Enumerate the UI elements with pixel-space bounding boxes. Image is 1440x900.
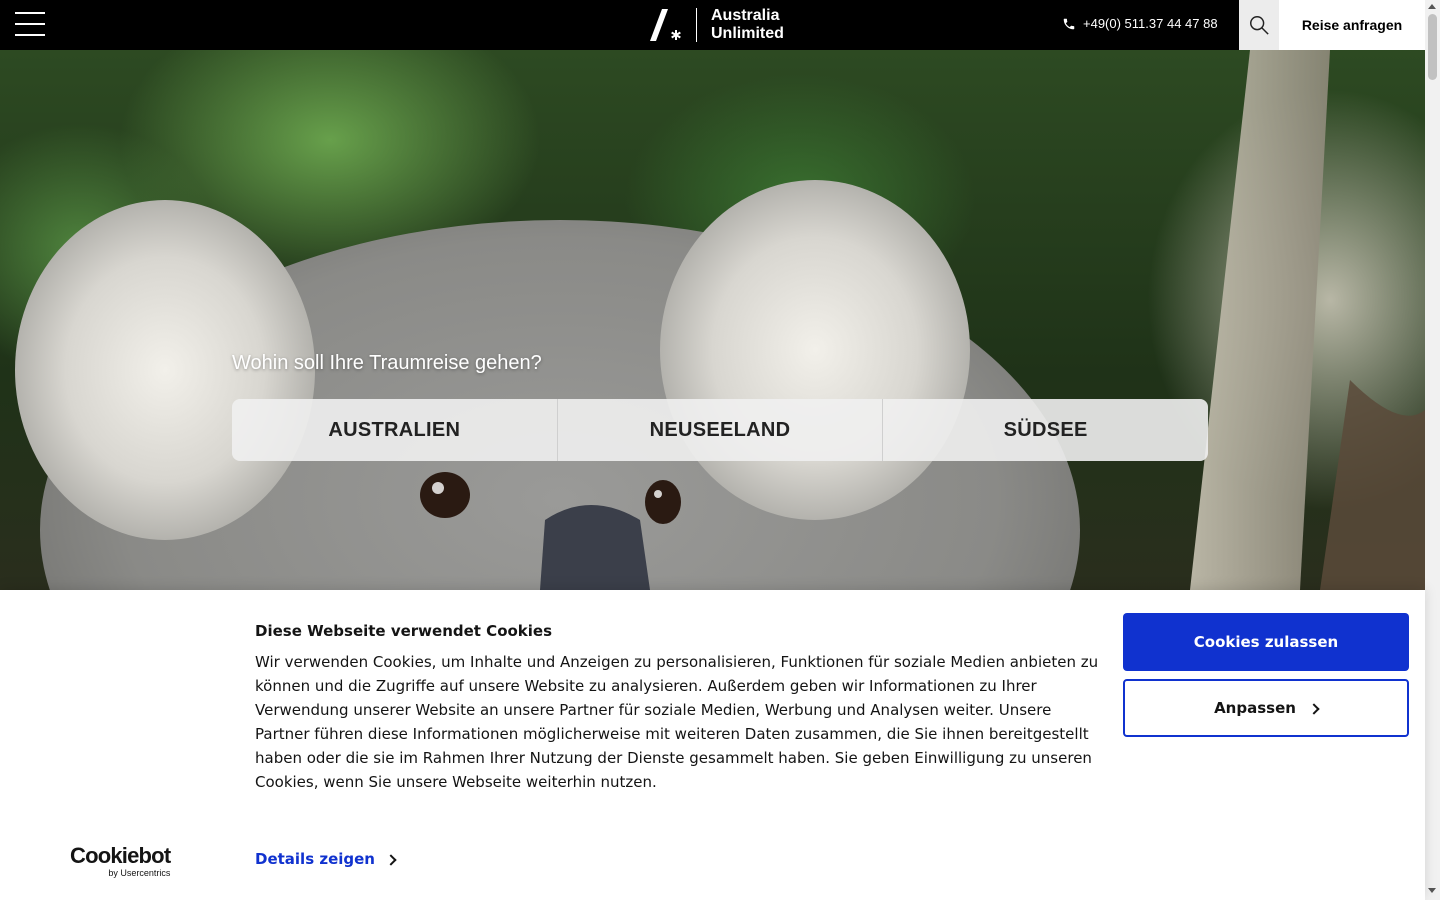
cookie-description: Wir verwenden Cookies, um Inhalte und An… [255, 653, 1099, 791]
scroll-thumb[interactable] [1428, 14, 1437, 80]
phone-number: +49(0) 511.37 44 47 88 [1083, 16, 1218, 31]
destination-suedsee[interactable]: SÜDSEE [883, 399, 1208, 461]
cookiebot-name: Cookiebot [70, 843, 171, 868]
site-header: Australia Unlimited +49(0) 511.37 44 47 … [0, 0, 1425, 50]
scroll-down-arrow-icon[interactable] [1428, 888, 1436, 893]
chevron-right-icon [1308, 702, 1320, 715]
cookiebot-subtitle: by Usercentrics [108, 868, 171, 878]
logo-text: Australia Unlimited [711, 7, 784, 43]
search-icon [1250, 16, 1269, 35]
page: Australia Unlimited +49(0) 511.37 44 47 … [0, 0, 1440, 900]
customize-label: Anpassen [1214, 699, 1296, 717]
logo-divider [696, 8, 697, 42]
cookie-banner: Diese Webseite verwendet Cookies Wir ver… [0, 590, 1425, 900]
phone-link[interactable]: +49(0) 511.37 44 47 88 [1062, 16, 1218, 31]
cookiebot-logo[interactable]: Cookiebot by Usercentrics [70, 843, 171, 879]
phone-icon [1063, 18, 1075, 29]
chevron-right-icon [385, 853, 397, 866]
page-scrollbar[interactable] [1425, 0, 1440, 900]
destination-selector: AUSTRALIEN NEUSEELAND SÜDSEE [232, 399, 1208, 461]
request-trip-button[interactable]: Reise anfragen [1279, 0, 1425, 50]
destination-australia[interactable]: AUSTRALIEN [232, 399, 558, 461]
search-button[interactable] [1239, 0, 1279, 50]
hamburger-menu-icon[interactable] [15, 12, 45, 38]
logo-line-1: Australia [711, 7, 780, 24]
scroll-up-arrow-icon[interactable] [1428, 4, 1436, 9]
show-details-link[interactable]: Details zeigen [255, 850, 397, 868]
hero-section: Wohin soll Ihre Traumreise gehen? AUSTRA… [0, 50, 1425, 590]
site-logo[interactable]: Australia Unlimited [648, 7, 784, 43]
logo-mark-icon [650, 9, 681, 41]
koala-hero-image [15, 50, 1425, 590]
hero-title: Wohin soll Ihre Traumreise gehen? [232, 352, 542, 374]
show-details-label: Details zeigen [255, 850, 375, 868]
destination-neuseeland[interactable]: NEUSEELAND [558, 399, 884, 461]
cookie-title: Diese Webseite verwendet Cookies [255, 622, 553, 640]
customize-cookies-button[interactable]: Anpassen [1123, 679, 1409, 737]
allow-cookies-button[interactable]: Cookies zulassen [1123, 613, 1409, 671]
logo-line-2: Unlimited [711, 25, 784, 42]
